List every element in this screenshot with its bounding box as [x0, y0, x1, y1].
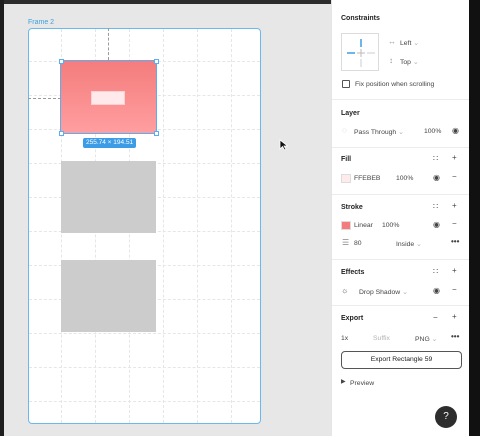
resize-handle-bottom-right[interactable] [154, 131, 159, 136]
effect-type-value: Drop Shadow [359, 289, 401, 296]
layer-section: Layer ◌ Pass Through ⌄ 100% ◉ [332, 99, 470, 147]
add-stroke-icon[interactable]: + [452, 202, 457, 210]
eye-icon[interactable]: ◉ [433, 174, 440, 182]
preview-toggle[interactable]: Preview [350, 380, 374, 387]
vertical-constraint-icon: ↕ [389, 56, 393, 65]
effect-type-select[interactable]: Drop Shadow ⌄ [359, 288, 408, 296]
resize-handle-top-right[interactable] [154, 59, 159, 64]
stroke-section: Stroke ∷ + Linear 100% ◉ − ☰ 80 Inside ⌄… [332, 194, 470, 259]
layout-grid-line [231, 29, 232, 423]
horizontal-constraint-value: Left [400, 40, 412, 47]
style-grid-icon[interactable]: ∷ [433, 203, 438, 211]
help-button[interactable]: ? [435, 406, 457, 428]
blend-mode-select[interactable]: Pass Through ⌄ [354, 128, 404, 136]
caret-right-icon[interactable]: ▶ [341, 379, 346, 385]
export-format-select[interactable]: PNG ⌄ [415, 335, 437, 343]
stroke-position-value: Inside [396, 241, 415, 248]
style-grid-icon[interactable]: ∷ [433, 268, 438, 276]
stroke-color-swatch[interactable] [341, 221, 351, 230]
vertical-constraint-value: Top [400, 59, 411, 66]
distance-guide-vertical [108, 28, 109, 60]
constraints-diagram-icon [347, 39, 375, 67]
frame-label[interactable]: Frame 2 [28, 19, 54, 26]
remove-stroke-icon[interactable]: − [452, 220, 457, 228]
layer-title: Layer [341, 110, 360, 117]
export-suffix-input[interactable]: Suffix [373, 335, 390, 342]
effect-sun-icon[interactable]: ☼ [341, 287, 348, 295]
stroke-weight-input[interactable]: 80 [354, 240, 362, 247]
remove-fill-icon[interactable]: − [452, 173, 457, 181]
eye-icon[interactable]: ◉ [452, 127, 459, 135]
add-export-icon[interactable]: + [452, 313, 457, 321]
layout-grid-line [29, 333, 260, 334]
eye-icon[interactable]: ◉ [433, 287, 440, 295]
export-button[interactable]: Export Rectangle 59 [341, 351, 462, 369]
stroke-position-select[interactable]: Inside ⌄ [396, 240, 422, 248]
horizontal-constraint-select[interactable]: Left ⌄ [400, 39, 419, 47]
chevron-down-icon: ⌄ [416, 241, 422, 248]
inner-rectangle[interactable] [91, 91, 125, 105]
scrollbar-track[interactable] [469, 0, 480, 436]
resize-handle-top-left[interactable] [59, 59, 64, 64]
layout-grid-line [29, 367, 260, 368]
chevron-down-icon: ⌄ [402, 289, 408, 296]
layout-grid-line [197, 29, 198, 423]
blend-mode-icon: ◌ [342, 126, 347, 135]
constraints-title: Constraints [341, 15, 380, 22]
eye-icon[interactable]: ◉ [433, 221, 440, 229]
chevron-down-icon: ⌄ [413, 40, 419, 47]
chevron-down-icon: ⌄ [398, 129, 404, 136]
remove-export-icon[interactable]: − [433, 314, 438, 322]
chevron-down-icon: ⌄ [412, 59, 419, 66]
gray-rectangle[interactable] [61, 161, 156, 233]
canvas-left-edge [0, 0, 4, 436]
add-effect-icon[interactable]: + [452, 267, 457, 275]
stroke-opacity-input[interactable]: 100% [382, 222, 399, 229]
selected-rectangle-59[interactable] [60, 60, 157, 134]
fix-position-checkbox[interactable] [342, 80, 350, 88]
design-canvas[interactable]: Frame 2 255.74 × 194.51 [0, 0, 331, 436]
remove-effect-icon[interactable]: − [452, 286, 457, 294]
layout-grid-line [29, 401, 260, 402]
fill-opacity-input[interactable]: 100% [396, 175, 413, 182]
resize-handle-bottom-left[interactable] [59, 131, 64, 136]
blend-mode-value: Pass Through [354, 129, 397, 136]
distance-guide-horizontal [28, 98, 61, 99]
fill-hex-input[interactable]: FFEBEB [354, 175, 380, 182]
fill-color-swatch[interactable] [341, 174, 351, 183]
layout-grid-line [163, 29, 164, 423]
stroke-type-label[interactable]: Linear [354, 222, 373, 229]
style-grid-icon[interactable]: ∷ [433, 155, 438, 163]
vertical-constraint-select[interactable]: Top ⌄ [400, 58, 419, 66]
constraints-widget[interactable] [341, 33, 379, 71]
fill-section: Fill ∷ + FFEBEB 100% ◉ − [332, 147, 470, 194]
more-options-icon[interactable]: ••• [451, 333, 459, 341]
add-fill-icon[interactable]: + [452, 154, 457, 162]
export-scale-input[interactable]: 1x [341, 335, 348, 342]
stroke-weight-icon: ☰ [342, 238, 350, 247]
mouse-cursor-icon [279, 139, 289, 151]
fix-position-label: Fix position when scrolling [355, 81, 435, 88]
export-title: Export [341, 315, 364, 322]
properties-panel: Constraints ↔ Left ⌄ ↕ Top ⌄ Fix positio… [331, 0, 470, 436]
export-format-value: PNG [415, 336, 430, 343]
horizontal-constraint-icon: ↔ [388, 37, 396, 46]
stroke-title: Stroke [341, 204, 363, 211]
canvas-top-bar [0, 0, 331, 4]
chevron-down-icon: ⌄ [431, 336, 438, 343]
effects-section: Effects ∷ + ☼ Drop Shadow ⌄ ◉ − [332, 259, 470, 305]
layer-opacity-input[interactable]: 100% [424, 128, 441, 135]
fill-title: Fill [341, 156, 352, 163]
more-options-icon[interactable]: ••• [451, 238, 459, 246]
gray-rectangle[interactable] [61, 260, 156, 332]
dimension-badge: 255.74 × 194.51 [83, 138, 137, 148]
effects-title: Effects [341, 269, 365, 276]
